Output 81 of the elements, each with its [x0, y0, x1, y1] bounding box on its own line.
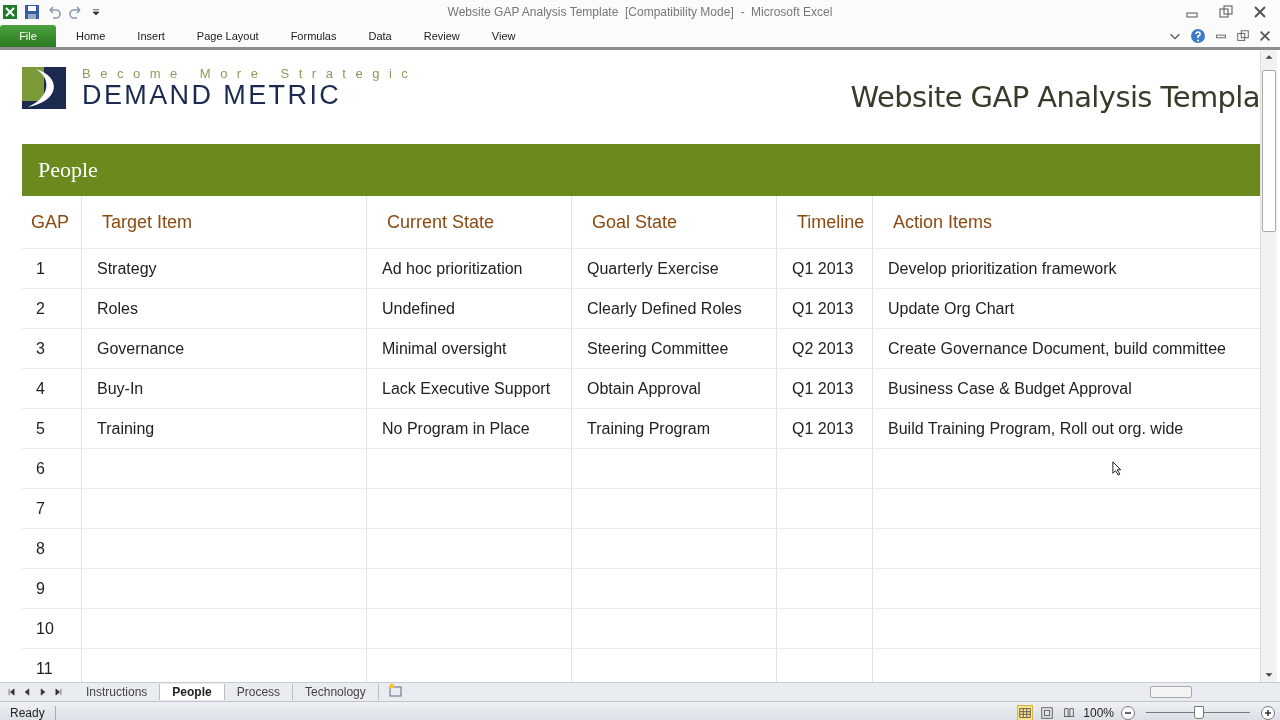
sheet-tab[interactable]: Process [224, 684, 294, 700]
table-cell: 7 [22, 489, 82, 528]
table-cell: Quarterly Exercise [572, 249, 777, 288]
ribbon-tab[interactable]: Page Layout [180, 25, 275, 47]
last-sheet-icon[interactable] [54, 686, 64, 698]
table-cell: Q1 2013 [777, 289, 873, 328]
table-cell: 1 [22, 249, 82, 288]
column-header: GAP [22, 196, 82, 248]
sheet-tab[interactable]: Technology [293, 684, 379, 700]
table-cell: 6 [22, 449, 82, 488]
sheet-title: Website GAP Analysis Templa [850, 80, 1260, 114]
table-cell-text: Create Governance Document, build committee [887, 338, 1227, 359]
restore-icon[interactable] [1236, 29, 1250, 43]
previous-sheet-icon[interactable] [22, 686, 32, 698]
table-cell: Training [82, 409, 367, 448]
table-cell: Q2 2013 [777, 329, 873, 368]
table-cell: Training Program [572, 409, 777, 448]
table-cell: 9 [22, 569, 82, 608]
scrollbar-thumb[interactable] [1262, 70, 1276, 232]
column-header: Current State [367, 196, 572, 248]
file-tab[interactable]: File [0, 25, 56, 47]
window-title: Website GAP Analysis Template [Compatibility Mode] - Microsoft Excel [447, 5, 833, 19]
table-cell: Undefined [367, 289, 572, 328]
undo-icon[interactable] [46, 4, 62, 20]
logo-tagline: Become More Strategic [82, 67, 418, 81]
view-button[interactable] [1039, 704, 1056, 720]
table-cell: Obtain Approval [572, 369, 777, 408]
ribbon-tab[interactable]: View [475, 25, 532, 47]
zoom-out-icon[interactable] [1120, 704, 1136, 720]
ribbon-tab[interactable]: Review [407, 25, 476, 47]
section-banner: People [22, 144, 1260, 196]
close-icon[interactable] [1252, 4, 1268, 20]
redo-icon[interactable] [68, 4, 84, 20]
sheet-tab[interactable]: People [160, 684, 225, 700]
first-sheet-icon[interactable] [6, 686, 16, 698]
table-cell: 8 [22, 529, 82, 568]
help-icon[interactable] [1190, 28, 1206, 44]
column-header: Action Items [892, 210, 994, 234]
column-header: Goal State [572, 196, 777, 248]
table-cell: Strategy [82, 249, 367, 288]
close-icon[interactable] [1258, 29, 1272, 43]
logo-wordmark: DEMAND METRIC [82, 81, 342, 109]
table-cell: Q1 2013 [777, 409, 873, 448]
logo-icon [22, 67, 66, 109]
table-cell-text: Update Org Chart [887, 298, 1016, 319]
table-cell: No Program in Place [367, 409, 572, 448]
excel-icon[interactable] [2, 4, 18, 20]
zoom-level: 100% [1083, 705, 1114, 720]
vertical-scrollbar[interactable] [1260, 50, 1277, 682]
table-cell: Steering Committee [572, 329, 777, 368]
table-cell-text: Business Case & Budget Approval [887, 378, 1133, 399]
restore-icon[interactable] [1218, 4, 1234, 20]
table-cell: 3 [22, 329, 82, 368]
scrollbar-thumb[interactable] [1150, 686, 1192, 698]
ribbon-tab[interactable]: Formulas [274, 25, 353, 47]
table-cell: Lack Executive Support [367, 369, 572, 408]
ribbon-tab[interactable]: Home [60, 25, 122, 47]
table-cell: 2 [22, 289, 82, 328]
table-cell: 10 [22, 609, 82, 648]
table-cell: Clearly Defined Roles [572, 289, 777, 328]
zoom-slider-thumb[interactable] [1194, 706, 1204, 719]
column-header: Target Item [82, 196, 367, 248]
next-sheet-icon[interactable] [38, 686, 48, 698]
table-cell: 4 [22, 369, 82, 408]
table-cell: Roles [82, 289, 367, 328]
status-text: Ready [0, 705, 56, 720]
column-header: Timeline [777, 196, 873, 248]
table-cell: Ad hoc prioritization [367, 249, 572, 288]
zoom-in-icon[interactable] [1260, 704, 1276, 720]
table-cell: Q1 2013 [777, 249, 873, 288]
view-button[interactable] [1017, 704, 1034, 720]
table-cell: 5 [22, 409, 82, 448]
table-cell: Governance [82, 329, 367, 368]
table-cell: Buy-In [82, 369, 367, 408]
table-cell-text: Build Training Program, Roll out org. wide [887, 418, 1185, 439]
ribbon-tab[interactable]: Insert [121, 25, 181, 47]
table-cell: Minimal oversight [367, 329, 572, 368]
save-icon[interactable] [24, 4, 40, 20]
table-cell-text: Develop prioritization framework [887, 258, 1118, 279]
ribbon-tab[interactable]: Data [352, 25, 408, 47]
table-cell: Q1 2013 [777, 369, 873, 408]
